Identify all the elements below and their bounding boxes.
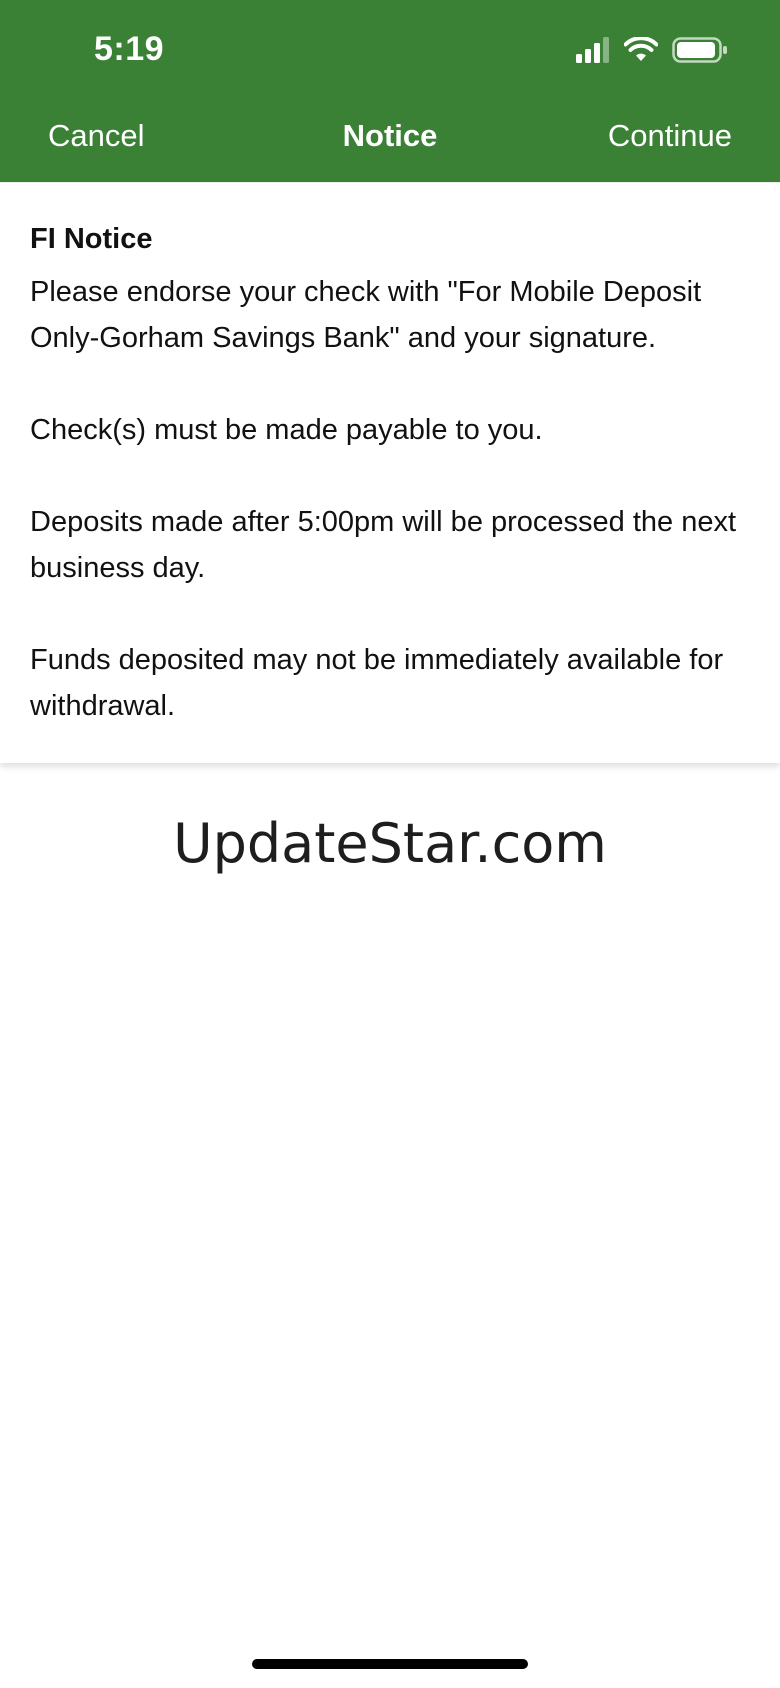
- watermark: UpdateStar.com: [173, 812, 607, 875]
- status-icons: [576, 35, 728, 68]
- notice-paragraph-endorse: Please endorse your check with "For Mobi…: [30, 276, 702, 354]
- notice-screen: 5:19 Cancel Notice Continue FI Notice Pl…: [0, 0, 780, 1688]
- continue-button[interactable]: Continue: [608, 118, 732, 154]
- header-bar: 5:19 Cancel Notice Continue: [0, 0, 780, 182]
- cancel-button[interactable]: Cancel: [48, 118, 145, 154]
- battery-icon: [672, 36, 728, 68]
- wifi-icon: [623, 35, 659, 68]
- notice-paragraph-cutoff: Deposits made after 5:00pm will be proce…: [30, 506, 737, 584]
- notice-body: Please endorse your check with "For Mobi…: [30, 269, 754, 775]
- notice-heading: FI Notice: [30, 223, 153, 255]
- notice-paragraph-availability: Funds deposited may not be immediately a…: [30, 644, 724, 722]
- status-time: 5:19: [94, 30, 165, 68]
- cellular-signal-icon: [576, 36, 610, 68]
- notice-paragraph-payable: Check(s) must be made payable to you.: [30, 414, 543, 446]
- home-indicator[interactable]: [252, 1659, 528, 1669]
- notice-card: FI Notice Please endorse your check with…: [0, 182, 780, 763]
